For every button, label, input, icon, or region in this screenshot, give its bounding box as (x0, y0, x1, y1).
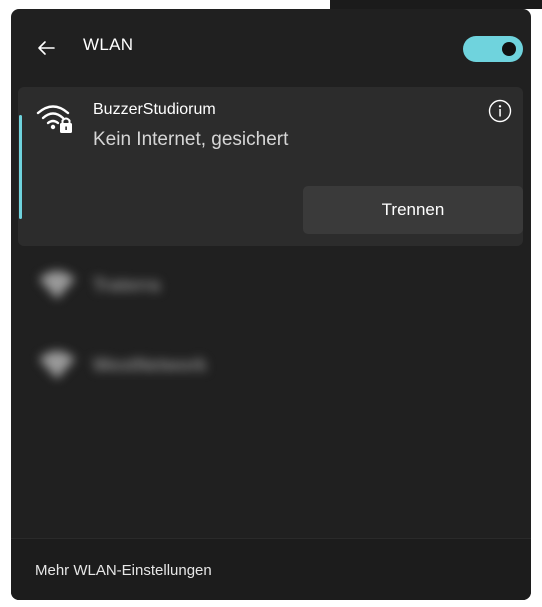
toggle-knob (502, 42, 516, 56)
wifi-icon (39, 351, 75, 379)
more-wifi-settings-link[interactable]: Mehr WLAN-Einstellungen (35, 562, 212, 579)
panel-header: WLAN (11, 9, 531, 87)
background-strip (330, 0, 542, 9)
back-button[interactable] (29, 33, 63, 63)
network-name: WestNetwork (93, 355, 207, 375)
disconnect-button[interactable]: Trennen (303, 186, 523, 234)
info-icon[interactable] (487, 98, 513, 124)
panel-footer: Mehr WLAN-Einstellungen (11, 538, 531, 600)
wifi-lock-icon (36, 105, 72, 133)
network-item[interactable]: Traterra (29, 259, 289, 311)
network-name: Traterra (93, 275, 161, 295)
wifi-panel: WLAN BuzzerStudiorum Kein Internet, gesi… (11, 9, 531, 600)
network-name: BuzzerStudiorum (93, 101, 216, 118)
connected-network-card[interactable]: BuzzerStudiorum Kein Internet, gesichert… (18, 87, 523, 246)
page-title: WLAN (83, 35, 134, 54)
wifi-toggle[interactable] (463, 36, 523, 62)
selection-indicator (19, 115, 22, 219)
network-item[interactable]: WestNetwork (29, 339, 289, 391)
wifi-icon (39, 271, 75, 299)
network-status: Kein Internet, gesichert (93, 129, 289, 150)
back-arrow-icon (38, 41, 55, 55)
